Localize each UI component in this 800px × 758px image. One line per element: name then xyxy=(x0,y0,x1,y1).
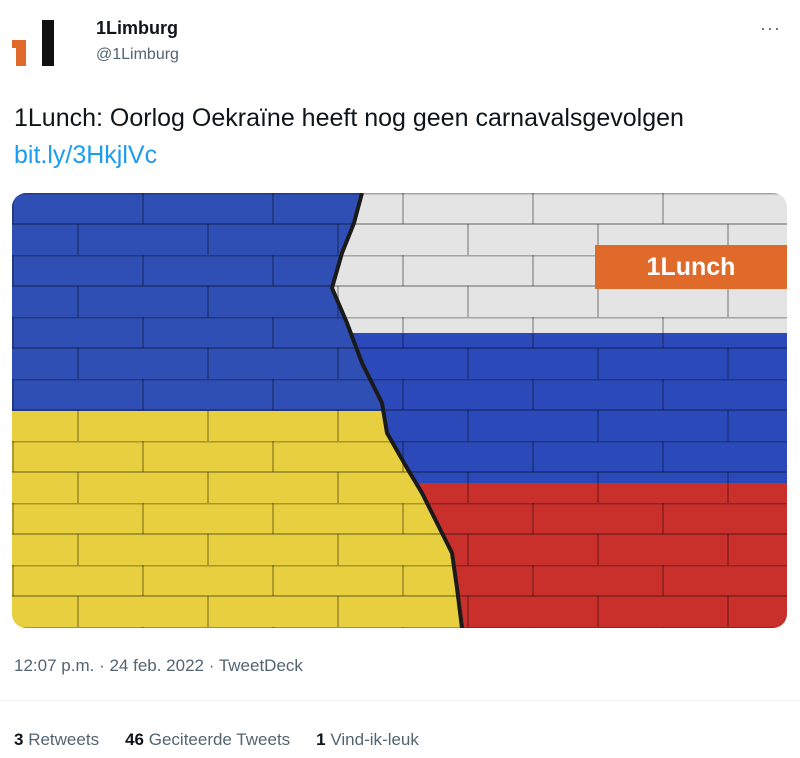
tweet-source[interactable]: TweetDeck xyxy=(219,656,303,675)
tweet-link[interactable]: bit.ly/3HkjlVc xyxy=(14,141,157,169)
tweet-text: 1Lunch: Oorlog Oekraïne heeft nog geen c… xyxy=(14,100,784,174)
quotes-label: Geciteerde Tweets xyxy=(148,730,291,749)
likes-count: 1 xyxy=(316,730,326,749)
account-display-name[interactable]: 1Limburg xyxy=(96,18,178,39)
retweets-label: Retweets xyxy=(28,730,100,749)
tweet-body: 1Lunch: Oorlog Oekraïne heeft nog geen c… xyxy=(14,104,684,132)
likes-label: Vind-ik-leuk xyxy=(330,730,419,749)
account-logo[interactable] xyxy=(12,16,66,70)
quotes-stat[interactable]: 46 Geciteerde Tweets xyxy=(125,730,290,750)
meta-separator: · xyxy=(99,656,105,675)
ukraine-russia-flags-wall-image: 1Lunch xyxy=(12,193,787,628)
retweets-count: 3 xyxy=(14,730,24,749)
tweet-time[interactable]: 12:07 p.m. xyxy=(14,656,94,675)
retweets-stat[interactable]: 3 Retweets xyxy=(14,730,99,750)
tweet-media-image[interactable]: 1Lunch xyxy=(12,193,787,628)
quotes-count: 46 xyxy=(125,730,144,749)
more-dots-icon[interactable]: ··· xyxy=(760,18,781,39)
1limburg-logo-icon xyxy=(12,20,54,66)
tweet-date[interactable]: 24 feb. 2022 xyxy=(109,656,204,675)
meta-separator-2: · xyxy=(208,656,215,675)
likes-stat[interactable]: 1 Vind-ik-leuk xyxy=(316,730,419,750)
badge-label: 1Lunch xyxy=(647,253,736,281)
tweet-meta: 12:07 p.m. · 24 feb. 2022 · TweetDeck xyxy=(14,656,303,676)
account-handle[interactable]: @1Limburg xyxy=(96,46,179,64)
tweet-stats: 3 Retweets 46 Geciteerde Tweets 1 Vind-i… xyxy=(14,730,419,750)
divider xyxy=(0,700,800,701)
